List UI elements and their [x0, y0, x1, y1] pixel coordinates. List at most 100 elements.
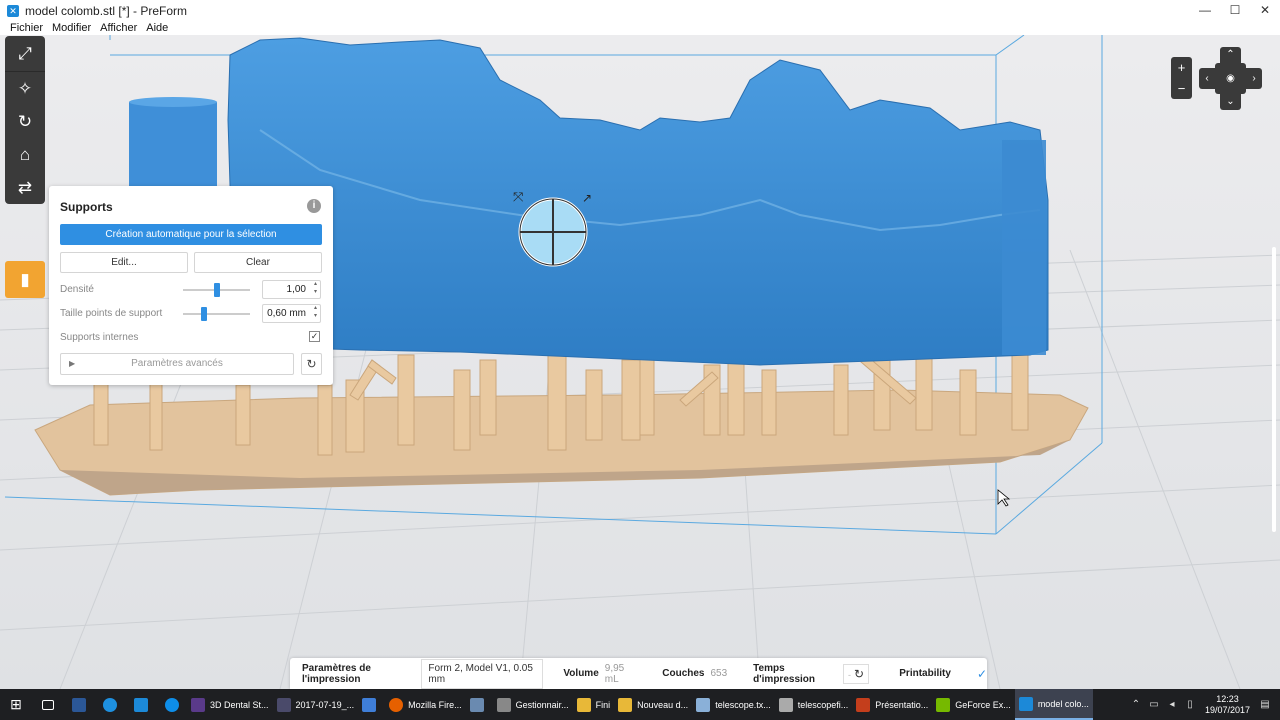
edge-pin[interactable] [94, 689, 125, 720]
print-settings-select[interactable]: Form 2, Model V1, 0.05 mm [421, 658, 544, 689]
touchpoint-input[interactable]: 0,60 mm [262, 304, 321, 323]
app-label: Nouveau d... [637, 699, 689, 710]
auto-generate-button[interactable]: Création automatique pour la sélection [60, 224, 322, 245]
minimize-button[interactable]: — [1190, 0, 1220, 21]
app-label: model colo... [1037, 698, 1089, 709]
orientation-tool[interactable]: ↻ [5, 105, 45, 138]
taskbar-app-12[interactable]: GeForce Ex... [932, 689, 1015, 720]
layers-label: Couches [662, 668, 705, 679]
print-tool[interactable]: ▮ [5, 261, 45, 298]
app-label: Gestionnair... [515, 699, 569, 710]
chevron-left-icon: ‹ [1205, 73, 1209, 84]
app-label: Mozilla Fire... [408, 699, 462, 710]
supports-panel: Supports i Création automatique pour la … [49, 186, 333, 385]
windows-logo-icon: ⊞ [10, 696, 22, 712]
density-input[interactable]: 1,00 [262, 280, 321, 299]
left-toolbar: ⤢ ✧ ↻ ⌂ ⇄ [5, 36, 45, 204]
start-button[interactable]: ⊞ [0, 696, 32, 713]
taskbar-app-1[interactable]: 3D Dental St... [187, 689, 273, 720]
chevron-up-icon[interactable]: ⌃ [1127, 699, 1145, 710]
magic-wand-tool[interactable]: ✧ [5, 72, 45, 105]
clock-date: 19/07/2017 [1204, 704, 1250, 715]
maximize-button[interactable]: ☐ [1220, 0, 1250, 21]
home-view-button[interactable]: ◉ [1215, 63, 1246, 94]
battery-icon[interactable]: ▯ [1181, 699, 1199, 710]
taskbar-app-3[interactable] [358, 689, 385, 720]
layout-tool[interactable]: ⇄ [5, 171, 45, 204]
app-icon [778, 697, 793, 712]
menu-afficher[interactable]: Afficher [100, 22, 137, 34]
print-settings-bar: Paramètres de l'impression Form 2, Model… [290, 658, 987, 689]
clock[interactable]: 12:23 19/07/2017 [1205, 694, 1250, 716]
print-time-label: Temps d'impression [753, 662, 816, 685]
app-label: Fini [595, 699, 611, 710]
menu-fichier[interactable]: Fichier [10, 22, 43, 34]
density-slider-thumb[interactable] [214, 283, 220, 297]
zoom-out-button[interactable]: − [1171, 78, 1192, 99]
reset-button[interactable]: ↻ [301, 353, 322, 375]
preform-icon [133, 697, 148, 712]
menu-aide[interactable]: Aide [146, 22, 168, 34]
panel-title: Supports [60, 200, 113, 214]
density-slider[interactable] [183, 283, 250, 297]
taskbar-app-2[interactable]: 2017-07-19_... [273, 689, 359, 720]
firefox-icon [389, 697, 404, 712]
taskbar-app-11[interactable]: Présentatio... [852, 689, 932, 720]
printability-label: Printability [899, 668, 951, 679]
taskbar-app-10[interactable]: telescopefi... [775, 689, 853, 720]
view-navigation-pad: ⌃ ‹ ◉ › ⌄ [1199, 47, 1262, 110]
taskbar-app-13[interactable]: model colo... [1014, 689, 1093, 720]
word-icon [71, 697, 86, 712]
word-pin[interactable] [63, 689, 94, 720]
preform-pin[interactable] [125, 689, 156, 720]
pan-up-button[interactable]: ⌃ [1220, 47, 1241, 63]
touchpoint-slider[interactable] [183, 307, 250, 321]
expand-icon: ⤢ [18, 43, 32, 63]
task-view-button[interactable] [32, 689, 63, 720]
print-time-refresh[interactable]: - ↻ [842, 663, 870, 684]
zoom-in-button[interactable]: + [1171, 57, 1192, 78]
notifications-icon[interactable]: ▤ [1256, 699, 1274, 710]
pan-left-button[interactable]: ‹ [1199, 68, 1215, 89]
pan-right-button[interactable]: › [1246, 68, 1262, 89]
touchpoint-slider-thumb[interactable] [201, 307, 207, 321]
advanced-settings-button[interactable]: ▶ Paramètres avancés [60, 353, 294, 375]
teamviewer-pin[interactable] [156, 689, 187, 720]
print-time-value: - [848, 669, 852, 680]
app-label: telescope.tx... [715, 699, 771, 710]
title-bar: ✕ model colomb.stl [*] - PreForm — ☐ ✕ [0, 0, 1280, 21]
taskbar-app-5[interactable] [466, 689, 493, 720]
preform-app-icon: ✕ [7, 4, 19, 17]
supports-icon: ⌂ [19, 144, 31, 164]
task-view-icon [41, 699, 54, 710]
pan-down-button[interactable]: ⌄ [1220, 94, 1241, 110]
clear-button[interactable]: Clear [194, 252, 322, 273]
taskbar-app-4[interactable]: Mozilla Fire... [385, 689, 466, 720]
teamviewer-icon [164, 697, 179, 712]
folder-icon [618, 697, 633, 712]
menu-modifier[interactable]: Modifier [52, 22, 91, 34]
upload-icon [362, 697, 377, 712]
fit-view-tool[interactable]: ⤢ [5, 36, 45, 72]
taskbar-app-9[interactable]: telescope.tx... [692, 689, 775, 720]
chevron-down-icon: ⌄ [1226, 96, 1235, 107]
edge-icon [102, 697, 117, 712]
app-label: GeForce Ex... [955, 699, 1011, 710]
printer-icon: ▮ [20, 269, 30, 289]
internal-supports-checkbox[interactable]: ✓ [309, 331, 320, 342]
network-icon[interactable]: ▭ [1145, 699, 1163, 710]
close-button[interactable]: ✕ [1250, 0, 1280, 21]
taskbar-app-6[interactable]: Gestionnair... [493, 689, 573, 720]
info-icon[interactable]: i [307, 199, 321, 213]
chevron-right-icon: › [1252, 73, 1256, 84]
folder-icon [576, 697, 591, 712]
clock-time: 12:23 [1216, 693, 1239, 704]
volume-icon[interactable]: ◂ [1163, 699, 1181, 710]
reset-icon: ↻ [306, 357, 317, 371]
taskbar-app-8[interactable]: Nouveau d... [614, 689, 692, 720]
scrollbar[interactable] [1272, 247, 1276, 532]
window-title: model colomb.stl [*] - PreForm [25, 3, 188, 18]
edit-button[interactable]: Edit... [60, 252, 188, 273]
supports-tool[interactable]: ⌂ [5, 138, 45, 171]
taskbar-app-7[interactable]: Fini [573, 689, 615, 720]
